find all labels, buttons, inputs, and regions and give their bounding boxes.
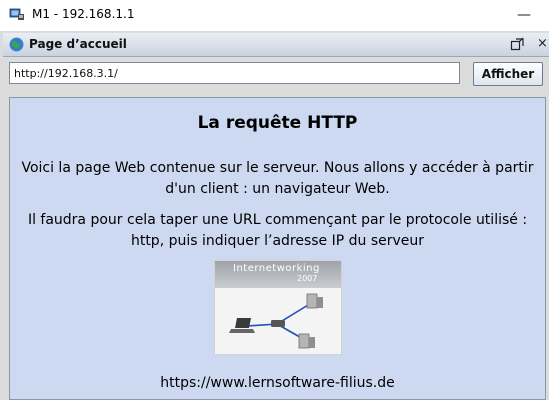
window-title-bar: M1 - 192.168.1.1 — bbox=[0, 0, 549, 32]
network-topology-drawing bbox=[229, 293, 323, 349]
web-page: La requête HTTP Voici la page Web conten… bbox=[10, 98, 545, 399]
image-year: 2007 bbox=[297, 274, 318, 283]
close-frame-button[interactable]: × bbox=[535, 37, 549, 51]
page-title: La requête HTTP bbox=[197, 113, 358, 133]
image-title: Internetworking bbox=[233, 263, 320, 274]
paragraph-url-instructions: Il faudra pour cela taper une URL commen… bbox=[27, 212, 528, 249]
paragraph-intro: Voici la page Web contenue sur le serveu… bbox=[21, 160, 534, 197]
internal-frame-title-bar[interactable]: Page d’accueil × bbox=[3, 33, 549, 57]
website-link[interactable]: https://www.lernsoftware-filius.de bbox=[10, 375, 545, 391]
network-diagram-image: Internetworking 2007 bbox=[214, 260, 342, 355]
window-title: M1 - 192.168.1.1 bbox=[32, 7, 135, 21]
url-input[interactable] bbox=[9, 62, 460, 84]
web-content-frame: La requête HTTP Voici la page Web conten… bbox=[9, 97, 546, 400]
internal-frame-title: Page d’accueil bbox=[29, 37, 127, 51]
restore-window-icon[interactable] bbox=[510, 37, 525, 51]
web-browser-icon bbox=[9, 37, 24, 52]
network-computer-icon bbox=[9, 8, 24, 20]
minimize-button[interactable]: — bbox=[514, 4, 534, 26]
afficher-button[interactable]: Afficher bbox=[473, 62, 543, 86]
